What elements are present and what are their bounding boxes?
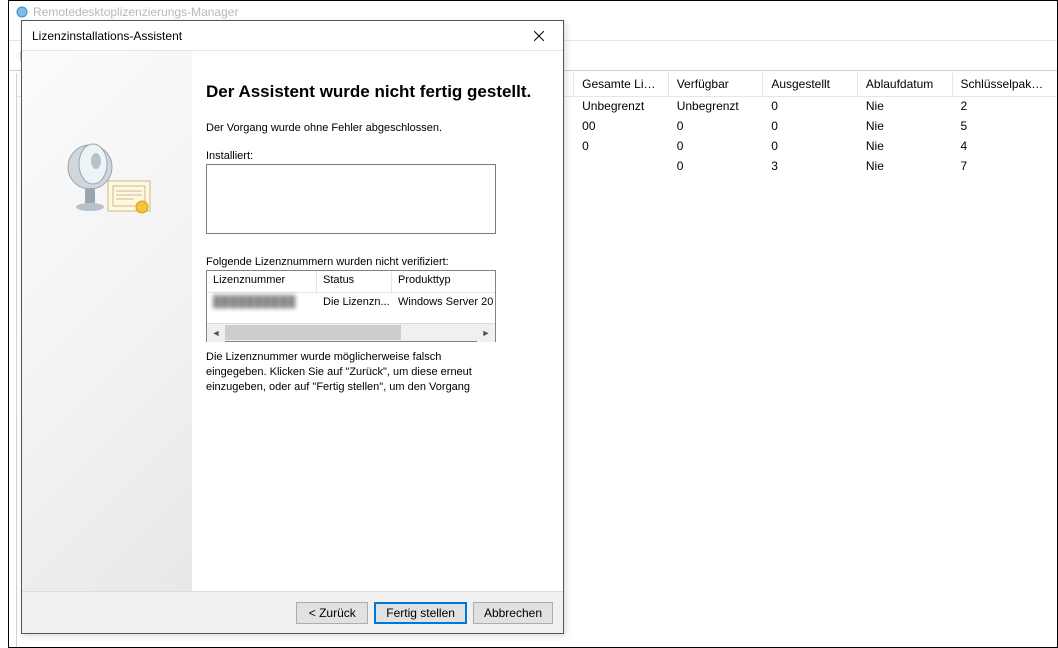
app-icon	[15, 5, 29, 19]
finish-button-label: Fertig stellen	[386, 606, 455, 620]
cell-total	[574, 157, 669, 177]
license-art-icon	[62, 131, 152, 224]
notverified-listbox[interactable]: Lizenznummer Status Produkttyp █████████…	[206, 270, 496, 342]
wizard-sidebar	[22, 51, 192, 591]
notverified-label: Folgende Lizenznummern wurden nicht veri…	[206, 256, 541, 268]
nv-cell-license: ██████████	[207, 293, 317, 315]
scroll-thumb[interactable]	[225, 325, 401, 340]
nv-horizontal-scrollbar[interactable]: ◄ ►	[207, 323, 495, 341]
wizard-footer: < Zurück Fertig stellen Abbrechen	[22, 591, 563, 633]
installed-label: Installiert:	[206, 150, 541, 162]
cancel-button[interactable]: Abbrechen	[473, 602, 553, 624]
wizard-message: Der Vorgang wurde ohne Fehler abgeschlos…	[206, 122, 541, 134]
cell-total: Unbegrenzt	[574, 97, 669, 117]
nv-cell-product: Windows Server 20	[392, 293, 495, 315]
cell-available: 0	[669, 137, 764, 157]
cell-keypack: 4	[952, 137, 1057, 157]
close-button[interactable]	[517, 22, 561, 50]
nv-row[interactable]: ██████████Die Lizenzn...Windows Server 2…	[207, 293, 495, 315]
column-keypack[interactable]: Schlüsselpaket...	[953, 73, 1058, 96]
main-window-title: Remotedesktoplizenzierungs-Manager	[33, 5, 238, 19]
cell-available: Unbegrenzt	[669, 97, 764, 117]
finish-button[interactable]: Fertig stellen	[374, 602, 467, 624]
cancel-button-label: Abbrechen	[484, 606, 542, 620]
back-button[interactable]: < Zurück	[296, 602, 368, 624]
cell-keypack: 2	[952, 97, 1057, 117]
close-icon	[534, 31, 544, 41]
nv-cell-status: Die Lizenzn...	[317, 293, 392, 315]
cell-keypack: 7	[952, 157, 1057, 177]
wizard-title: Lizenzinstallations-Assistent	[32, 29, 182, 43]
scroll-right-button[interactable]: ►	[477, 324, 495, 342]
wizard-heading: Der Assistent wurde nicht fertig gestell…	[206, 81, 541, 102]
wizard-titlebar: Lizenzinstallations-Assistent	[22, 21, 563, 51]
cell-available: 0	[669, 157, 764, 177]
cell-issued: 3	[763, 157, 858, 177]
cell-total: 0	[574, 137, 669, 157]
wizard-content: Der Assistent wurde nicht fertig gestell…	[192, 51, 563, 591]
installed-listbox[interactable]	[206, 164, 496, 234]
cell-expiry: Nie	[858, 137, 953, 157]
cell-issued: 0	[763, 117, 858, 137]
cell-issued: 0	[763, 97, 858, 117]
cell-available: 0	[669, 117, 764, 137]
cell-keypack: 5	[952, 117, 1057, 137]
cell-expiry: Nie	[858, 117, 953, 137]
column-issued[interactable]: Ausgestellt	[763, 73, 858, 96]
column-available[interactable]: Verfügbar	[669, 73, 764, 96]
column-total[interactable]: Gesamte Lizen...	[574, 73, 669, 96]
wizard-body: Der Assistent wurde nicht fertig gestell…	[22, 51, 563, 591]
cell-expiry: Nie	[858, 157, 953, 177]
cell-expiry: Nie	[858, 97, 953, 117]
wizard-dialog: Lizenzinstallations-Assistent	[21, 20, 564, 634]
back-button-label: < Zurück	[309, 606, 356, 620]
nv-header: Lizenznummer Status Produkttyp	[207, 271, 495, 293]
cell-issued: 0	[763, 137, 858, 157]
scroll-left-button[interactable]: ◄	[207, 324, 225, 342]
column-expiry[interactable]: Ablaufdatum	[858, 73, 953, 96]
nv-col-status[interactable]: Status	[317, 271, 392, 293]
wizard-footnote: Die Lizenznummer wurde möglicherweise fa…	[206, 350, 496, 395]
scroll-track[interactable]	[225, 324, 477, 341]
nv-col-product[interactable]: Produkttyp	[392, 271, 495, 293]
nv-col-license[interactable]: Lizenznummer	[207, 271, 317, 293]
cell-total: 00	[574, 117, 669, 137]
main-tree-panel	[9, 73, 17, 647]
